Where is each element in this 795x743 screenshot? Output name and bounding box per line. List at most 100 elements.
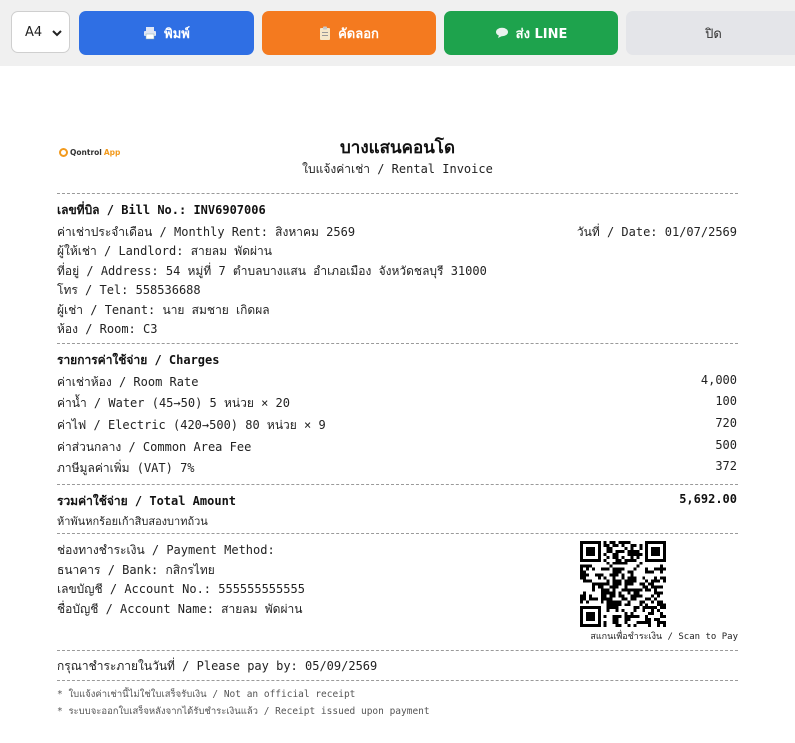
qr-module — [621, 597, 625, 601]
qr-module — [663, 624, 666, 627]
qr-module — [580, 612, 583, 616]
qr-module — [624, 582, 628, 586]
qr-module — [612, 585, 616, 589]
qr-module — [627, 549, 631, 553]
qr-module — [621, 588, 625, 592]
qr-module — [591, 582, 595, 586]
qr-module — [657, 552, 661, 556]
qr-module — [624, 561, 628, 565]
qr-module — [636, 555, 640, 559]
qr-module — [660, 570, 664, 574]
qr-module — [597, 585, 601, 589]
qr-module — [600, 594, 604, 598]
qr-module — [582, 579, 586, 583]
qr-module — [654, 541, 658, 544]
qr-module — [603, 597, 607, 601]
qr-module — [612, 573, 616, 577]
qr-module — [615, 579, 619, 583]
charge-amount: 500 — [715, 438, 737, 452]
qr-module — [660, 591, 664, 595]
qr-module — [612, 600, 616, 604]
qr-module — [648, 618, 652, 622]
qr-module — [612, 621, 616, 625]
qr-module — [648, 606, 652, 610]
qr-module — [606, 606, 610, 610]
qr-module — [591, 546, 595, 550]
qr-module — [633, 576, 637, 580]
qr-module — [636, 552, 640, 556]
paper-size-select[interactable]: A4 — [11, 11, 70, 53]
qr-module — [582, 606, 586, 610]
copy-button[interactable]: คัดลอก — [262, 11, 436, 55]
qr-module — [624, 558, 628, 562]
qr-module — [657, 567, 661, 571]
qr-module — [627, 558, 631, 562]
qr-module — [585, 612, 589, 616]
qr-module — [633, 543, 637, 547]
account-name: ชื่อบัญชี / Account Name: สายลม พัดผ่าน — [57, 602, 303, 616]
qr-module — [660, 603, 664, 607]
address: ที่อยู่ / Address: 54 หมู่ที่ 7 ตำบลบางแ… — [57, 264, 487, 278]
bank-name: ธนาคาร / Bank: กสิกรไทย — [57, 563, 215, 577]
charge-amount: 372 — [715, 459, 737, 473]
charge-amount: 720 — [715, 416, 737, 430]
qr-module — [591, 588, 595, 592]
printer-icon — [144, 27, 157, 40]
qr-module — [606, 579, 610, 583]
qr-module — [615, 567, 619, 571]
qr-module — [657, 546, 661, 550]
qr-module — [603, 543, 607, 547]
qr-module — [615, 561, 619, 565]
qr-module — [585, 567, 589, 571]
qr-module — [580, 567, 583, 571]
invoice-title: บางแสนคอนโด — [340, 138, 455, 158]
qr-module — [633, 597, 637, 601]
qr-module — [582, 541, 586, 544]
qr-module — [630, 576, 634, 580]
charges-header: รายการค่าใช้จ่าย / Charges — [57, 353, 220, 367]
qr-module — [603, 591, 607, 595]
qr-module — [612, 552, 616, 556]
landlord: ผู้ให้เช่า / Landlord: สายลม พัดผ่าน — [57, 244, 272, 258]
qr-module — [615, 615, 619, 619]
qr-module — [645, 555, 649, 559]
qr-module — [663, 567, 666, 571]
qr-module — [648, 621, 652, 625]
qr-module — [624, 579, 628, 583]
send-line-button[interactable]: ส่ง LINE — [444, 11, 618, 55]
qr-module — [606, 543, 610, 547]
qr-module — [645, 552, 649, 556]
qr-module — [597, 621, 601, 625]
qr-module — [609, 564, 613, 568]
qr-module — [580, 573, 583, 577]
qr-module — [603, 567, 607, 571]
qr-module — [615, 585, 619, 589]
qr-module — [642, 576, 646, 580]
qr-module — [621, 541, 625, 544]
qr-module — [663, 576, 666, 580]
qr-module — [639, 546, 643, 550]
qr-module — [654, 567, 658, 571]
qr-module — [597, 606, 601, 610]
qr-module — [597, 549, 601, 553]
footnote: * ใบแจ้งค่าเช่านี้ไม่ใช่ใบเสร็จรับเงิน /… — [57, 689, 356, 700]
divider — [57, 484, 738, 485]
qr-module — [651, 552, 655, 556]
qr-module — [591, 558, 595, 562]
qr-module — [594, 582, 598, 586]
qr-module — [588, 612, 592, 616]
qr-module — [621, 567, 625, 571]
qr-module — [609, 594, 613, 598]
close-button[interactable]: ปิด — [626, 11, 795, 55]
qr-module — [580, 552, 583, 556]
qr-module — [642, 585, 646, 589]
qr-module — [585, 579, 589, 583]
qr-module — [597, 541, 601, 544]
qr-module — [603, 541, 607, 544]
print-button[interactable]: พิมพ์ — [79, 11, 254, 55]
qr-module — [651, 612, 655, 616]
qr-module — [645, 606, 649, 610]
qr-module — [654, 588, 658, 592]
qr-module — [660, 615, 664, 619]
qr-module — [651, 558, 655, 562]
